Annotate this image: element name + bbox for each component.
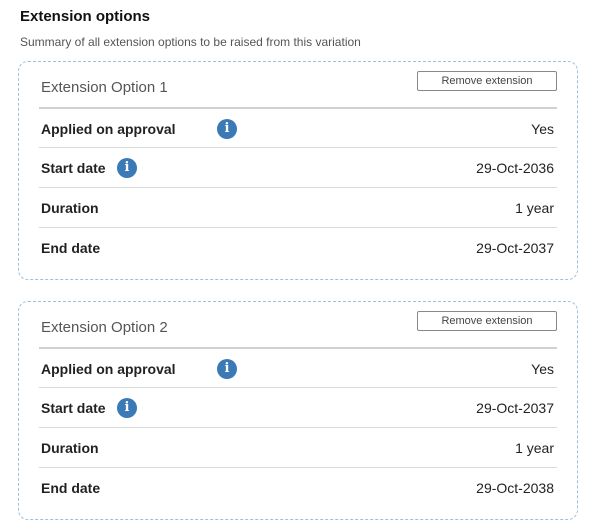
extension-option-card: Extension Option 1 Remove extension Appl… [18,61,578,280]
start-date-label: Start date [41,160,106,176]
end-date-row: End date 29-Oct-2037 [39,227,557,267]
end-date-row: End date 29-Oct-2038 [39,467,557,507]
applied-on-approval-row: Applied on approval i Yes [39,347,557,387]
applied-on-approval-row: Applied on approval i Yes [39,107,557,147]
duration-row: Duration 1 year [39,427,557,467]
section-subtitle: Summary of all extension options to be r… [20,35,361,49]
info-icon[interactable]: i [217,119,237,139]
applied-on-approval-value: Yes [531,121,554,137]
start-date-label: Start date [41,400,106,416]
extension-options-page: Extension options Summary of all extensi… [0,0,593,528]
card-title: Extension Option 1 [41,79,168,96]
end-date-value: 29-Oct-2038 [476,480,554,496]
start-date-value: 29-Oct-2037 [476,400,554,416]
card-header: Extension Option 1 Remove extension [19,62,577,107]
card-header: Extension Option 2 Remove extension [19,302,577,347]
start-date-row: Start date i 29-Oct-2036 [39,147,557,187]
info-icon[interactable]: i [117,158,137,178]
card-title: Extension Option 2 [41,319,168,336]
applied-on-approval-label: Applied on approval [41,361,176,377]
end-date-label: End date [41,480,101,496]
remove-extension-button[interactable]: Remove extension [417,71,557,91]
applied-on-approval-value: Yes [531,361,554,377]
info-icon[interactable]: i [117,398,137,418]
duration-value: 1 year [515,440,554,456]
section-title: Extension options [20,8,151,25]
duration-label: Duration [41,440,99,456]
duration-value: 1 year [515,200,554,216]
applied-on-approval-label: Applied on approval [41,121,176,137]
remove-extension-button[interactable]: Remove extension [417,311,557,331]
start-date-value: 29-Oct-2036 [476,160,554,176]
extension-option-card: Extension Option 2 Remove extension Appl… [18,301,578,520]
duration-row: Duration 1 year [39,187,557,227]
end-date-label: End date [41,240,101,256]
start-date-row: Start date i 29-Oct-2037 [39,387,557,427]
end-date-value: 29-Oct-2037 [476,240,554,256]
info-icon[interactable]: i [217,359,237,379]
detail-rows: Applied on approval i Yes Start date i 2… [39,107,557,267]
duration-label: Duration [41,200,99,216]
detail-rows: Applied on approval i Yes Start date i 2… [39,347,557,507]
